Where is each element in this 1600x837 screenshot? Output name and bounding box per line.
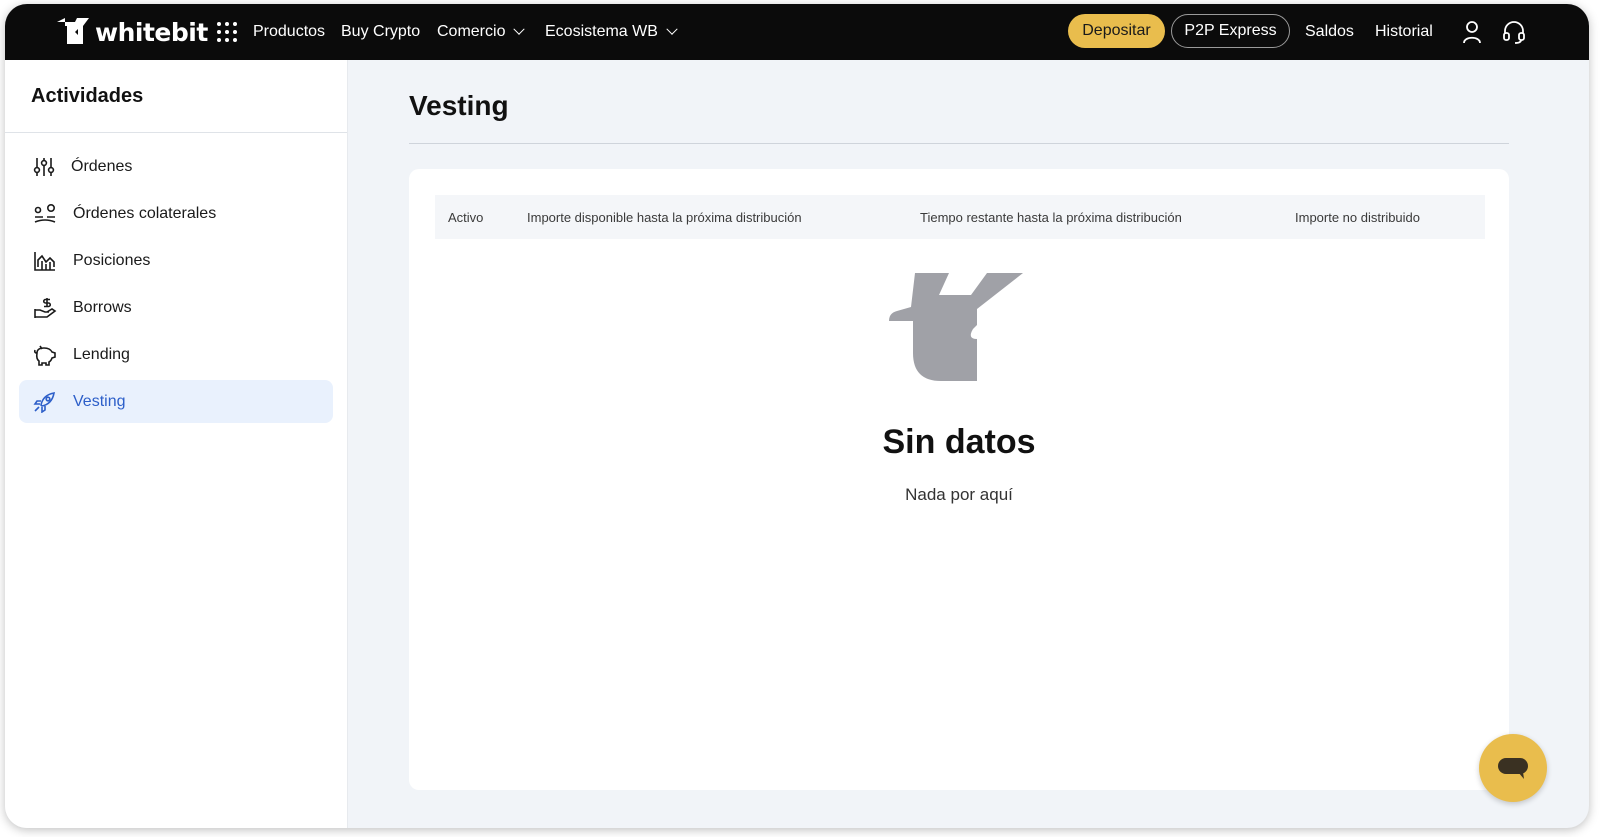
sidebar-item-lending[interactable]: Lending xyxy=(19,333,333,376)
empty-state-title: Sin datos xyxy=(882,423,1036,461)
sidebar-title: Actividades xyxy=(5,60,347,133)
collateral-icon xyxy=(34,203,56,223)
chat-bubble-icon xyxy=(1498,758,1528,779)
column-header: Tiempo restante hasta la próxima distrib… xyxy=(920,209,1182,225)
sidebar-item-label: Órdenes xyxy=(71,157,133,175)
app-window: whitebit Productos Buy Crypto Comercio E… xyxy=(5,4,1589,828)
deposit-button[interactable]: Depositar xyxy=(1068,14,1165,48)
nav-history-label: Historial xyxy=(1375,23,1433,40)
sidebar-menu: Órdenes Órdenes colaterales Posiciones B… xyxy=(5,133,347,423)
hand-dollar-icon xyxy=(34,297,57,318)
empty-state-illustration xyxy=(889,273,1023,381)
nav-products-label: Productos xyxy=(253,23,326,40)
sidebar-item-positions[interactable]: Posiciones xyxy=(19,239,333,282)
nav-ecosystem-label: Ecosistema WB xyxy=(545,23,658,40)
sidebar-item-label: Vesting xyxy=(73,392,126,410)
whitebit-wordmark: whitebit xyxy=(95,17,208,47)
sidebar-item-label: Órdenes colaterales xyxy=(73,204,217,222)
top-navigation-bar: whitebit Productos Buy Crypto Comercio E… xyxy=(5,4,1589,60)
column-header: Importe disponible hasta la próxima dist… xyxy=(527,209,802,225)
table-header: Activo Importe disponible hasta la próxi… xyxy=(435,195,1485,239)
activities-sidebar: Actividades Órdenes Órdenes colaterales … xyxy=(5,60,348,828)
p2p-express-button[interactable]: P2P Express xyxy=(1171,14,1290,48)
whitebit-logo-icon xyxy=(57,18,89,44)
sidebar-item-label: Borrows xyxy=(73,298,132,316)
vesting-table-card: Activo Importe disponible hasta la próxi… xyxy=(409,169,1509,790)
column-header: Activo xyxy=(448,209,484,225)
column-header: Importe no distribuido xyxy=(1295,209,1421,225)
chart-icon xyxy=(34,251,55,271)
nav-history[interactable]: Historial xyxy=(1375,4,1433,60)
nav-balances-label: Saldos xyxy=(1305,23,1354,40)
support-headset-icon[interactable] xyxy=(1500,18,1528,46)
piggy-bank-icon xyxy=(33,345,56,366)
nav-buy-crypto[interactable]: Buy Crypto xyxy=(341,4,420,60)
sliders-icon xyxy=(33,157,55,176)
page-title: Vesting xyxy=(409,90,509,121)
chat-button[interactable] xyxy=(1479,734,1547,802)
sidebar-item-orders[interactable]: Órdenes xyxy=(19,145,333,188)
nav-products[interactable]: Productos xyxy=(217,4,325,60)
sidebar-item-collateral-orders[interactable]: Órdenes colaterales xyxy=(19,192,333,235)
nav-commerce[interactable]: Comercio xyxy=(437,4,526,60)
sidebar-item-label: Lending xyxy=(73,345,130,363)
user-icon[interactable] xyxy=(1458,18,1486,46)
chevron-down-icon xyxy=(513,23,526,35)
title-divider xyxy=(409,143,1509,144)
empty-state-subtitle: Nada por aquí xyxy=(905,485,1013,504)
whitebit-logo[interactable]: whitebit xyxy=(55,16,208,48)
grid-dots-icon xyxy=(217,22,237,42)
sidebar-item-vesting[interactable]: Vesting xyxy=(19,380,333,423)
nav-ecosystem[interactable]: Ecosistema WB xyxy=(545,4,678,60)
nav-balances[interactable]: Saldos xyxy=(1305,4,1354,60)
sidebar-item-label: Posiciones xyxy=(73,251,151,269)
nav-commerce-label: Comercio xyxy=(437,23,506,40)
chevron-down-icon xyxy=(666,23,678,35)
rocket-icon xyxy=(33,391,55,413)
nav-buy-crypto-label: Buy Crypto xyxy=(341,23,421,40)
sidebar-item-borrows[interactable]: Borrows xyxy=(19,286,333,329)
